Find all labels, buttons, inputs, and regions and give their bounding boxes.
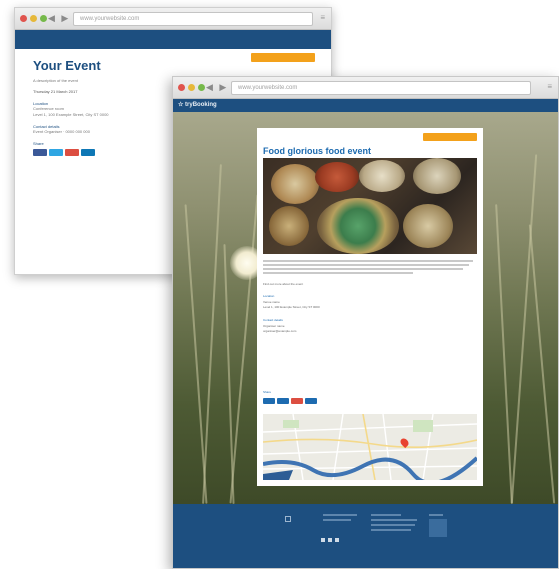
footer-home-icon[interactable] xyxy=(285,516,291,522)
grass-decoration xyxy=(495,204,513,504)
screenshot-stage: ◀ ▶ www.yourwebsite.com ≡ Your Event A d… xyxy=(0,0,559,569)
contact-heading: Contact details xyxy=(263,318,283,322)
brand-logo[interactable]: ☆ tryBooking xyxy=(178,101,217,108)
hero-background: Food glorious food event Find out more a… xyxy=(173,112,558,504)
location-line-1: Venue name xyxy=(263,300,280,304)
twitter-share-icon[interactable] xyxy=(277,398,289,404)
food-bowl xyxy=(317,198,399,254)
grass-decoration xyxy=(510,154,538,504)
share-heading: Share xyxy=(263,390,272,394)
site-header-bar xyxy=(15,30,331,49)
site-footer xyxy=(173,504,558,568)
grass-decoration xyxy=(528,224,556,504)
footer-links[interactable] xyxy=(323,514,359,524)
back-forward-icons[interactable]: ◀ ▶ xyxy=(48,13,70,24)
event-card: Food glorious food event Find out more a… xyxy=(257,128,483,486)
register-button[interactable] xyxy=(251,53,315,62)
window-controls xyxy=(178,84,205,91)
footer-info xyxy=(371,514,419,534)
window-controls xyxy=(20,15,47,22)
google-plus-share-icon[interactable] xyxy=(65,149,79,156)
address-bar[interactable]: www.yourwebsite.com xyxy=(73,12,313,26)
food-bowl xyxy=(271,164,319,204)
close-window-icon[interactable] xyxy=(178,84,185,91)
address-bar[interactable]: www.yourwebsite.com xyxy=(231,81,531,95)
back-forward-icons[interactable]: ◀ ▶ xyxy=(206,82,228,93)
front-browser-chrome: ◀ ▶ www.yourwebsite.com ≡ xyxy=(173,77,558,99)
menu-icon[interactable]: ≡ xyxy=(320,13,325,22)
event-title: Food glorious food event xyxy=(263,146,371,156)
google-plus-share-icon[interactable] xyxy=(291,398,303,404)
grass-decoration xyxy=(202,164,222,504)
location-heading: Location xyxy=(263,294,275,298)
location-line-2: Level 1, 100 Example Street, City ST 000… xyxy=(263,305,320,309)
event-description xyxy=(263,260,475,276)
maximize-window-icon[interactable] xyxy=(198,84,205,91)
twitter-share-icon[interactable] xyxy=(49,149,63,156)
linkedin-share-icon[interactable] xyxy=(81,149,95,156)
map-graphic xyxy=(263,414,477,480)
food-bowl xyxy=(315,162,359,192)
grass-decoration xyxy=(229,194,259,504)
maximize-window-icon[interactable] xyxy=(40,15,47,22)
share-buttons xyxy=(263,398,317,404)
brand-name: tryBooking xyxy=(185,102,217,108)
location-map[interactable] xyxy=(263,414,477,480)
footer-badge xyxy=(429,514,447,537)
front-browser-window: ◀ ▶ www.yourwebsite.com ≡ ☆ tryBooking F… xyxy=(172,76,559,569)
event-photo xyxy=(263,158,477,254)
minimize-window-icon[interactable] xyxy=(188,84,195,91)
facebook-share-icon[interactable] xyxy=(263,398,275,404)
food-bowl xyxy=(413,158,461,194)
food-bowl xyxy=(403,204,453,248)
contact-line-1: Organiser name xyxy=(263,324,285,328)
footer-social-icons[interactable] xyxy=(321,538,339,542)
food-bowl xyxy=(269,206,309,246)
facebook-share-icon[interactable] xyxy=(33,149,47,156)
back-browser-chrome: ◀ ▶ www.yourwebsite.com ≡ xyxy=(15,8,331,30)
menu-icon[interactable]: ≡ xyxy=(547,82,552,91)
close-window-icon[interactable] xyxy=(20,15,27,22)
register-button[interactable] xyxy=(423,133,477,141)
event-summary: Find out more about the event xyxy=(263,282,304,286)
linkedin-share-icon[interactable] xyxy=(305,398,317,404)
minimize-window-icon[interactable] xyxy=(30,15,37,22)
contact-line-2: organiser@example.com xyxy=(263,329,297,333)
site-nav-bar: ☆ tryBooking xyxy=(173,99,558,112)
food-bowl xyxy=(359,160,405,192)
